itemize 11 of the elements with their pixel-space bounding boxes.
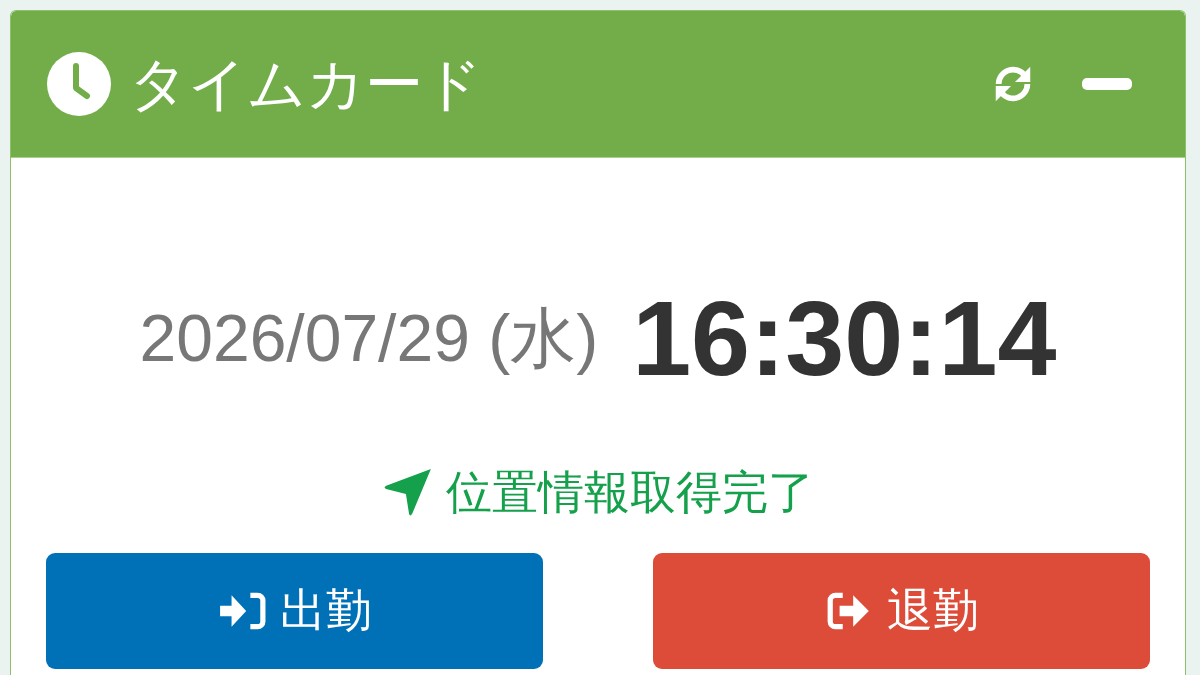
location-arrow-icon xyxy=(382,466,434,518)
date-text: 2026/07/29 (水) xyxy=(139,300,599,377)
location-status: 位置情報取得完了 xyxy=(446,464,814,521)
clock-icon xyxy=(47,52,111,116)
clock-in-button[interactable]: 出勤 xyxy=(46,553,543,669)
minimize-button[interactable] xyxy=(1082,78,1132,90)
sign-in-icon xyxy=(217,590,266,632)
time-text: 16:30:14 xyxy=(632,278,1057,399)
panel-title: タイムカード xyxy=(129,49,482,119)
clock-out-button[interactable]: 退勤 xyxy=(653,553,1150,669)
minus-icon xyxy=(1082,78,1132,90)
